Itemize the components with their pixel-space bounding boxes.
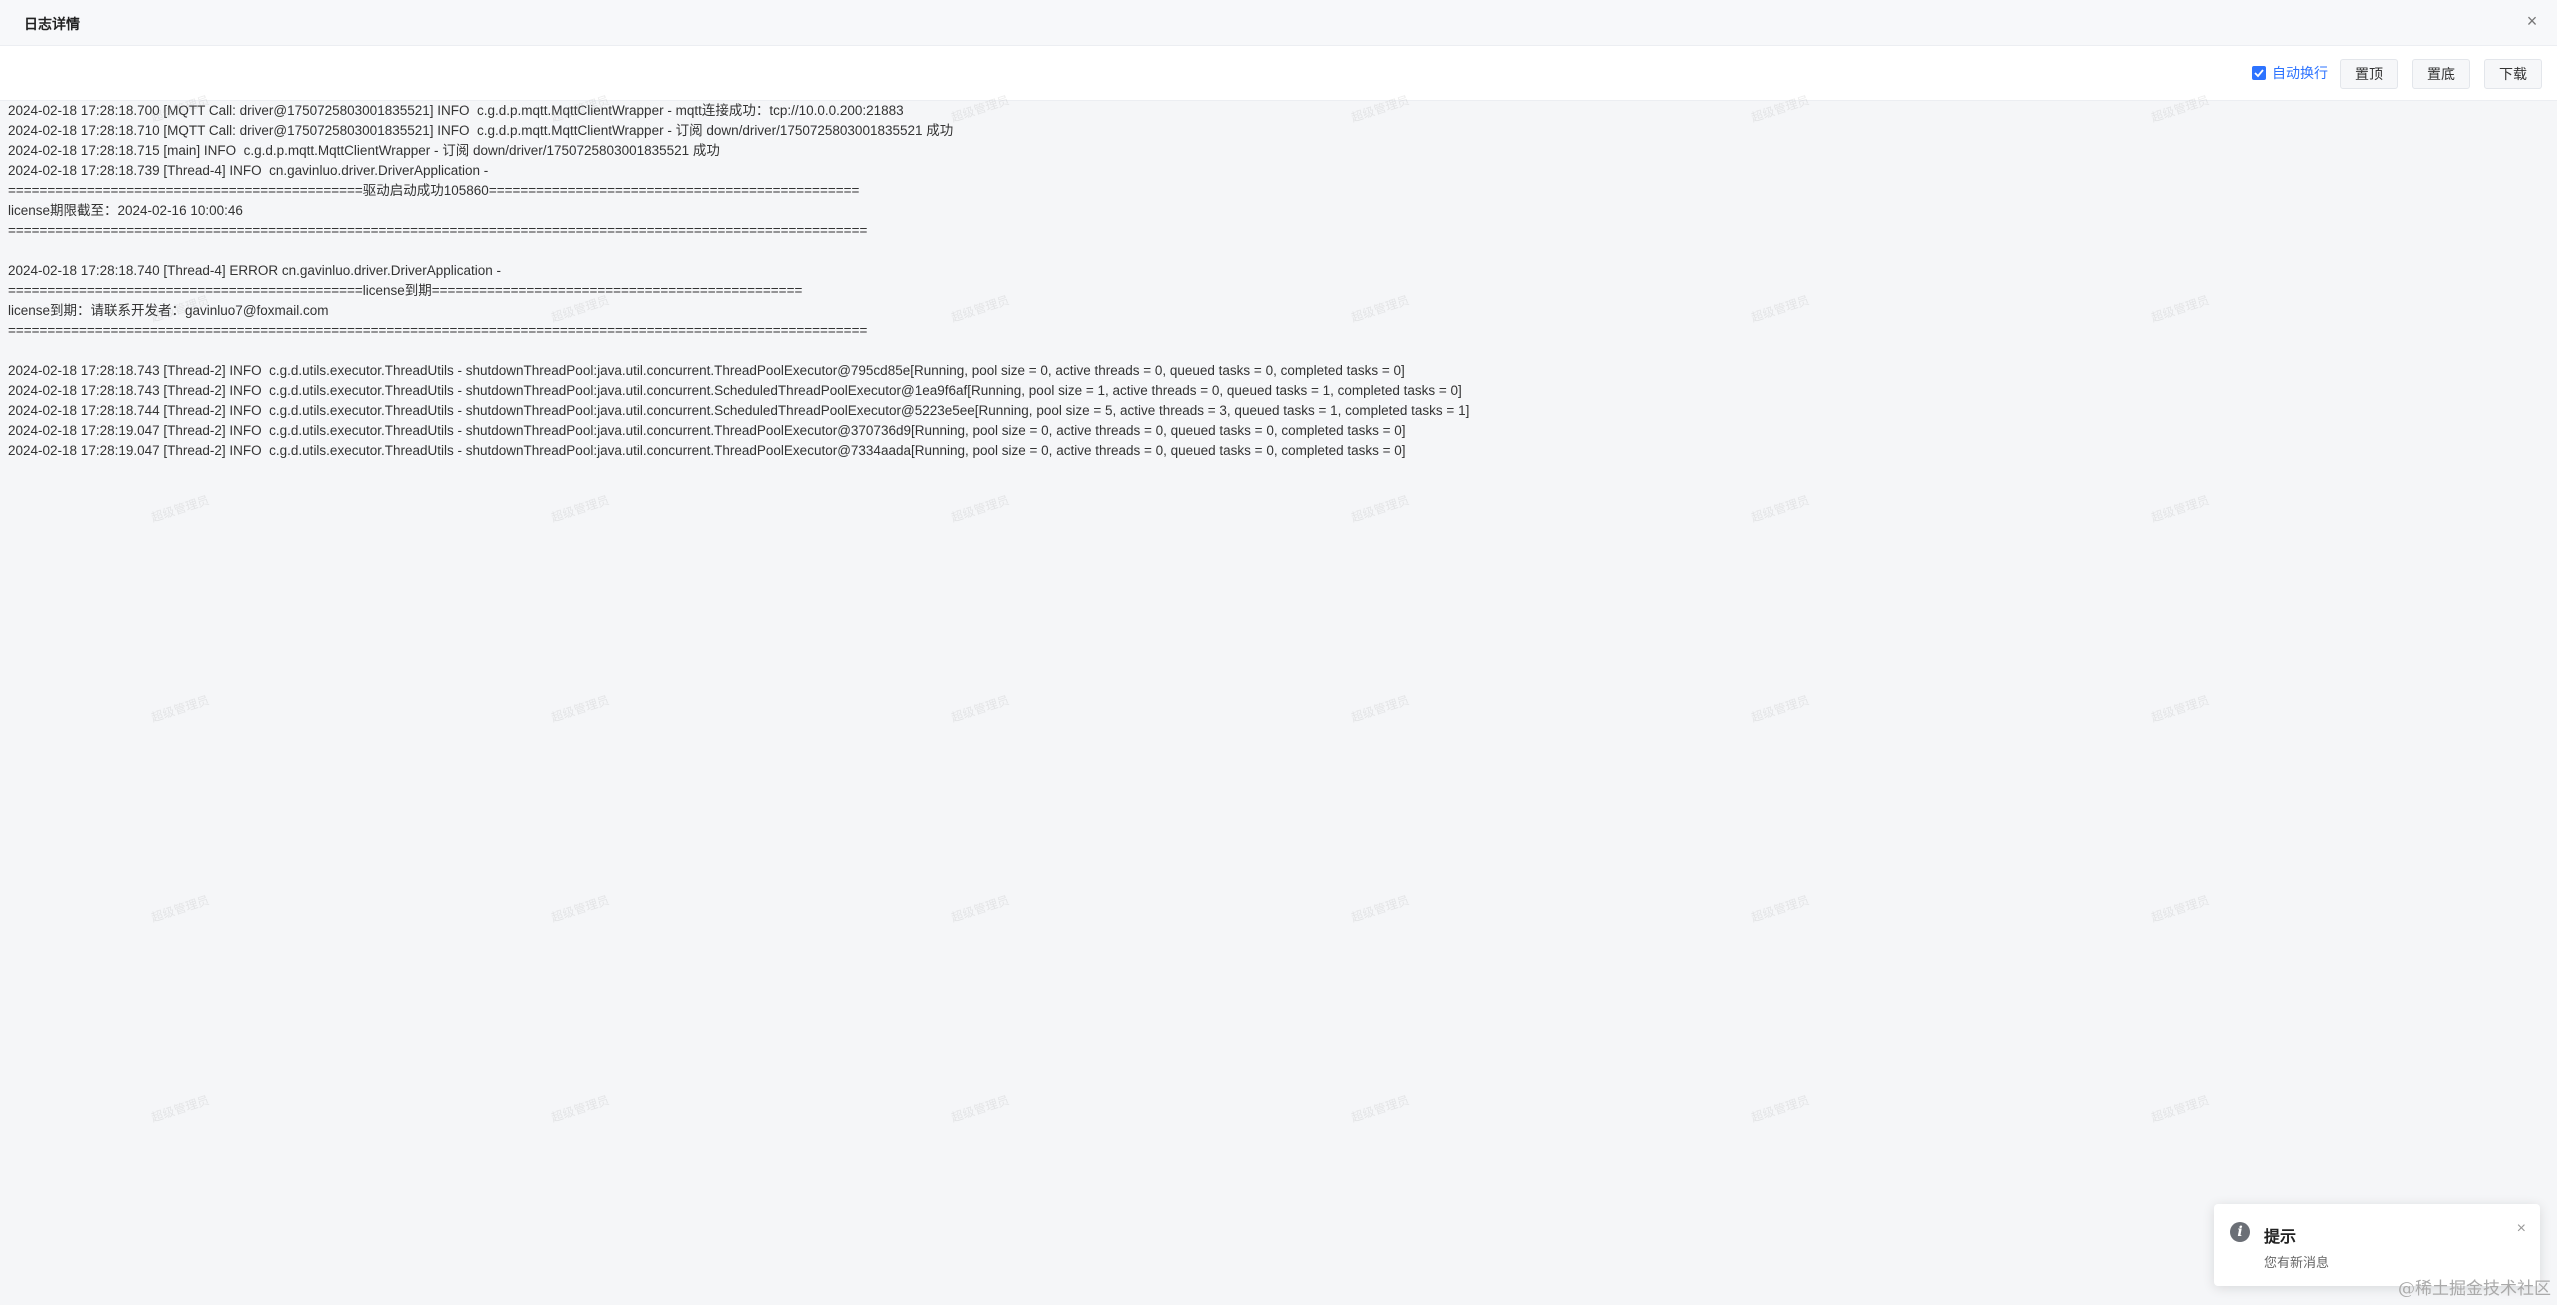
close-icon[interactable]: ×	[2523, 12, 2541, 30]
dialog-header: 日志详情 ×	[0, 0, 2557, 46]
log-line: 2024-02-18 17:28:19.047 [Thread-2] INFO …	[8, 423, 1406, 438]
log-line: 2024-02-18 17:28:18.744 [Thread-2] INFO …	[8, 403, 1470, 418]
log-line: ========================================…	[8, 223, 868, 238]
log-line: 2024-02-18 17:28:18.739 [Thread-4] INFO …	[8, 163, 489, 178]
log-line: 2024-02-18 17:28:18.740 [Thread-4] ERROR…	[8, 263, 502, 278]
info-icon: i	[2230, 1222, 2250, 1242]
scroll-top-button[interactable]: 置顶	[2340, 59, 2398, 89]
checkmark-icon	[2254, 69, 2264, 78]
log-line: 2024-02-18 17:28:18.743 [Thread-2] INFO …	[8, 383, 1462, 398]
notification-title: 提示	[2264, 1229, 2297, 1246]
download-button[interactable]: 下载	[2484, 59, 2542, 89]
log-toolbar: 自动换行 置顶 置底 下载	[0, 46, 2557, 101]
auto-wrap-toggle[interactable]: 自动换行	[2252, 64, 2328, 82]
log-line: 2024-02-18 17:28:18.710 [MQTT Call: driv…	[8, 123, 954, 138]
log-content[interactable]: 2024-02-18 17:28:18.700 [MQTT Call: driv…	[8, 101, 2548, 1301]
log-line: 2024-02-18 17:28:18.743 [Thread-2] INFO …	[8, 363, 1405, 378]
notification-close-icon[interactable]: ×	[2517, 1220, 2526, 1238]
log-line: license到期：请联系开发者：gavinluo7@foxmail.com	[8, 303, 329, 318]
log-line: ========================================…	[8, 283, 803, 298]
log-line: ========================================…	[8, 183, 860, 198]
log-line: 2024-02-18 17:28:18.715 [main] INFO c.g.…	[8, 143, 720, 158]
site-watermark: @稀土掘金技术社区	[2398, 1279, 2551, 1299]
log-line: 2024-02-18 17:28:18.700 [MQTT Call: driv…	[8, 103, 904, 118]
auto-wrap-label: 自动换行	[2272, 65, 2328, 81]
scroll-bottom-button[interactable]: 置底	[2412, 59, 2470, 89]
dialog-title: 日志详情	[24, 16, 80, 32]
log-line: ========================================…	[8, 323, 868, 338]
auto-wrap-checkbox[interactable]	[2252, 66, 2266, 80]
log-line: 2024-02-18 17:28:19.047 [Thread-2] INFO …	[8, 443, 1406, 458]
notification-message: 您有新消息	[2264, 1255, 2330, 1270]
log-line: license期限截至：2024-02-16 10:00:46	[8, 203, 243, 218]
